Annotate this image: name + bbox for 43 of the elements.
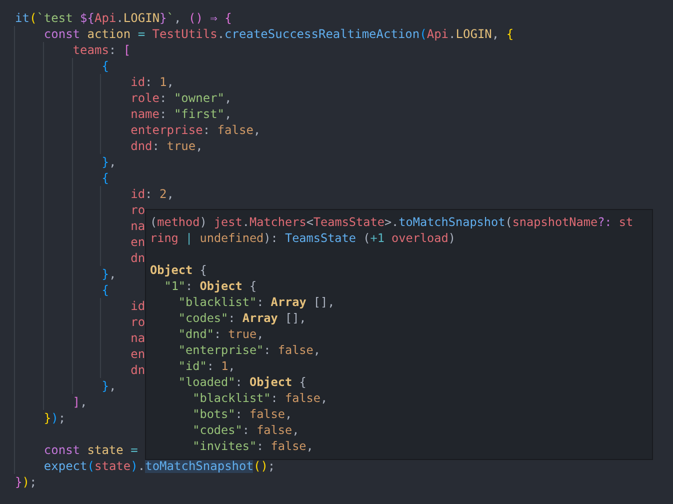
code-line: ro [130,315,146,329]
code-line: dn [130,363,146,377]
code-line: role: "owner", [130,91,232,105]
tooltip-line: "bots": false, [192,407,292,421]
tooltip-line: "codes": Array [], [178,311,306,325]
code-line: id [130,299,146,313]
tooltip-line: "blacklist": Array [], [178,295,335,309]
code-line: { [102,171,109,185]
code-line: it(`test ${Api.LOGIN}`, () ⇒ { [15,11,232,25]
code-line: en [130,235,146,249]
tooltip-line: (method) jest.Matchers<TeamsState>.toMatchSnapshot(snapshotName?: st [150,215,634,229]
tooltip-line: "blacklist": false, [192,391,328,405]
code-line: }); [44,411,66,425]
code-line: ro [130,203,146,217]
code-line: dnd: true, [130,139,203,153]
tooltip-line: ring | undefined): TeamsState (+1 overload) [150,231,456,245]
code-line: }, [102,155,116,169]
code-line: id: 2, [130,187,174,201]
tooltip-line: "invites": false, [192,439,314,453]
code-line: }, [102,267,116,281]
code-line: const action = TestUtils.createSuccessRealtimeAction(Api.LOGIN, { [44,27,514,41]
tooltip-line: "enterprise": false, [178,343,320,357]
code-line: dn [130,251,146,265]
code-line: }, [102,379,116,393]
tooltip-line: "dnd": true, [178,327,264,341]
code-line: teams: [ [72,43,131,57]
code-line: { [102,59,109,73]
tooltip-line: Object { [150,263,207,277]
code-line: ], [72,395,88,409]
code-line: na [130,331,146,345]
tooltip-line: "1": Object { [164,279,257,293]
code-line: id: 1, [130,75,174,89]
code-line: enterprise: false, [130,123,261,137]
code-line: }); [15,475,37,489]
code-line: na [130,219,146,233]
tooltip-line: "id": 1, [178,359,236,373]
code-line: { [102,283,109,297]
code-line: en [130,347,146,361]
tooltip-line: "loaded": Object { [178,375,306,389]
tooltip-line: "codes": false, [192,423,300,437]
code-line: const state = [44,443,138,457]
code-line: name: "first", [130,107,232,121]
code-line: expect(state).toMatchSnapshot(); [44,459,276,473]
